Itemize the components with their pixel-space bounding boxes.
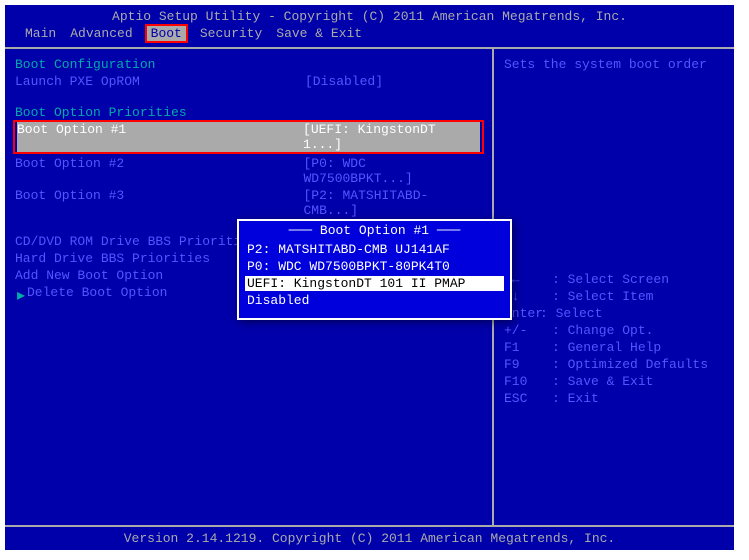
popup-title: ─── Boot Option #1 ─── — [245, 223, 504, 238]
help-description: Sets the system boot order — [504, 57, 724, 72]
opt1-label: Boot Option #1 — [17, 122, 303, 152]
tab-bar: Main Advanced Boot Security Save & Exit — [5, 26, 734, 47]
key-desc-select: : Select — [540, 306, 602, 321]
popup-item-1[interactable]: P2: MATSHITABD-CMB UJ141AF — [245, 242, 504, 257]
tab-boot[interactable]: Boot — [145, 24, 188, 43]
popup-item-2[interactable]: P0: WDC WD7500BPKT-80PK4T0 — [245, 259, 504, 274]
boot-option-1[interactable]: Boot Option #1 [UEFI: KingstonDT 1...] — [17, 122, 480, 152]
key-f1: F1 — [504, 340, 552, 355]
key-desc-help: : General Help — [552, 340, 661, 355]
opt2-value: [P0: WDC WD7500BPKT...] — [304, 156, 483, 186]
version-footer: Version 2.14.1219. Copyright (C) 2011 Am… — [5, 527, 734, 550]
key-desc-save: : Save & Exit — [552, 374, 653, 389]
section-boot-config: Boot Configuration — [15, 57, 482, 72]
main-area: Boot Configuration Launch PXE OpROM [Dis… — [5, 47, 734, 527]
help-pane: Sets the system boot order →←: Select Sc… — [494, 49, 734, 525]
left-pane: Boot Configuration Launch PXE OpROM [Dis… — [5, 49, 494, 525]
tab-save-exit[interactable]: Save & Exit — [276, 26, 362, 41]
pxe-value: [Disabled] — [305, 74, 383, 89]
section-priorities: Boot Option Priorities — [15, 105, 482, 120]
help-keys: →←: Select Screen ↑↓: Select Item Enter:… — [504, 272, 724, 406]
opt3-value: [P2: MATSHITABD-CMB...] — [304, 188, 483, 218]
arrow-icon: ▸ — [17, 285, 25, 305]
boot-option-3[interactable]: Boot Option #3 [P2: MATSHITABD-CMB...] — [15, 188, 482, 218]
key-plus-minus: +/- — [504, 323, 552, 338]
key-esc: ESC — [504, 391, 552, 406]
key-desc-item: : Select Item — [552, 289, 653, 304]
utility-title: Aptio Setup Utility - Copyright (C) 2011… — [5, 5, 734, 26]
key-desc-exit: : Exit — [552, 391, 599, 406]
key-f9: F9 — [504, 357, 552, 372]
opt3-label: Boot Option #3 — [15, 188, 304, 218]
opt1-value: [UEFI: KingstonDT 1...] — [303, 122, 480, 152]
item-pxe[interactable]: Launch PXE OpROM [Disabled] — [15, 74, 482, 89]
pxe-label: Launch PXE OpROM — [15, 74, 305, 89]
boot-option-1-highlight: Boot Option #1 [UEFI: KingstonDT 1...] — [13, 120, 484, 154]
popup-item-4[interactable]: Disabled — [245, 293, 504, 308]
tab-advanced[interactable]: Advanced — [70, 26, 132, 41]
key-desc-change: : Change Opt. — [552, 323, 653, 338]
key-f10: F10 — [504, 374, 552, 389]
boot-option-popup: ─── Boot Option #1 ─── P2: MATSHITABD-CM… — [237, 219, 512, 320]
popup-item-3[interactable]: UEFI: KingstonDT 101 II PMAP — [245, 276, 504, 291]
tab-security[interactable]: Security — [200, 26, 262, 41]
opt2-label: Boot Option #2 — [15, 156, 304, 186]
key-desc-defaults: : Optimized Defaults — [552, 357, 708, 372]
boot-option-2[interactable]: Boot Option #2 [P0: WDC WD7500BPKT...] — [15, 156, 482, 186]
tab-main[interactable]: Main — [25, 26, 56, 41]
key-desc-screen: : Select Screen — [552, 272, 669, 287]
bios-screen: Aptio Setup Utility - Copyright (C) 2011… — [5, 5, 734, 550]
